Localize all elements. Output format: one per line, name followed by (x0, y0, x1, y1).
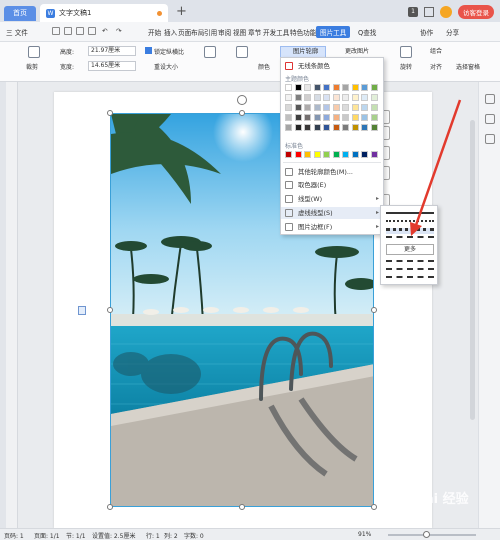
status-page[interactable]: 页码: 1 (4, 531, 24, 540)
baidu-watermark: Bai 经验 (415, 492, 469, 507)
status-row[interactable]: 行: 1 (146, 531, 160, 540)
annotation-arrow (410, 99, 462, 236)
status-position[interactable]: 设置值: 2.5厘米 (92, 531, 135, 540)
status-words[interactable]: 字数: 0 (184, 531, 204, 540)
zoom-level[interactable]: 91% (358, 531, 371, 538)
status-section[interactable]: 节: 1/1 (66, 531, 86, 540)
zoom-slider-track[interactable] (388, 534, 476, 536)
zoom-slider-knob[interactable] (423, 531, 430, 538)
status-col[interactable]: 列: 2 (164, 531, 178, 540)
status-pages[interactable]: 页面: 1/1 (34, 531, 60, 540)
status-bar: 页码: 1 页面: 1/1 节: 1/1 设置值: 2.5厘米 行: 1 列: … (0, 528, 500, 540)
